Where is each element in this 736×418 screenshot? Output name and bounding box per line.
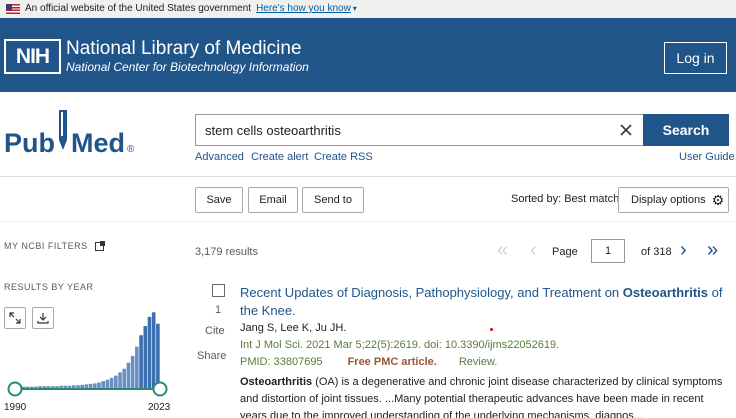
result-title-link[interactable]: Recent Updates of Diagnosis, Pathophysio… [240, 284, 730, 320]
gear-icon: ⚙ [711, 191, 725, 208]
page-number-input[interactable]: 1 [591, 239, 625, 263]
send-to-button[interactable]: Send to [302, 187, 364, 213]
year-bar-2017[interactable] [130, 355, 135, 388]
logo-pub-text: Pub [4, 128, 55, 158]
year-end-label: 2023 [148, 402, 171, 413]
logo-med-text: Med [71, 128, 125, 158]
free-pmc-label: Free PMC article. [347, 356, 437, 368]
external-link-icon [94, 241, 105, 251]
year-bar-2012[interactable] [109, 377, 114, 388]
year-bar-1992[interactable] [25, 386, 30, 388]
results-by-year-label: RESULTS BY YEAR [4, 282, 94, 292]
year-bar-1994[interactable] [34, 386, 38, 388]
divider [0, 176, 736, 177]
year-bar-2000[interactable] [59, 385, 63, 388]
year-bar-2005[interactable] [80, 384, 84, 388]
banner-text: An official website of the United States… [25, 3, 252, 14]
year-bar-2020[interactable] [143, 326, 148, 388]
us-flag-icon [6, 4, 20, 14]
share-button[interactable]: Share [197, 350, 226, 362]
user-guide-link[interactable]: User Guide [679, 151, 735, 163]
year-bar-2015[interactable] [122, 368, 127, 388]
save-button[interactable]: Save [195, 187, 243, 213]
result-checkbox[interactable] [212, 284, 225, 297]
nlm-title[interactable]: National Library of Medicine [66, 38, 302, 60]
year-bar-1996[interactable] [42, 386, 47, 388]
divider [0, 221, 736, 222]
result-journal: Int J Mol Sci. 2021 Mar 5;22(5):2619. do… [240, 339, 560, 351]
nih-logo[interactable]: NIH [4, 39, 61, 74]
year-bar-2022[interactable] [151, 312, 156, 388]
snippet-highlight: Osteoarthritis [240, 376, 313, 388]
result-authors: Jang S, Lee K, Ju JH. [240, 322, 347, 334]
page-total: of 318 [641, 246, 672, 258]
year-bar-1993[interactable] [29, 386, 34, 388]
snippet-text: (OA) is a degenerative and chronic joint… [240, 376, 723, 418]
title-highlight: Osteoarthritis [622, 285, 709, 300]
first-page-icon[interactable]: « [497, 240, 508, 260]
year-bar-2010[interactable] [101, 381, 106, 388]
filters-label: MY NCBI FILTERS [4, 241, 88, 251]
cite-button[interactable]: Cite [205, 325, 225, 337]
year-bar-1998[interactable] [50, 386, 55, 388]
year-range-start-handle[interactable] [7, 381, 23, 397]
search-input-value: stem cells osteoarthritis [205, 122, 341, 138]
year-bar-2009[interactable] [97, 382, 101, 388]
clear-search-icon[interactable] [619, 123, 633, 137]
year-bar-2018[interactable] [135, 346, 139, 388]
year-bar-1997[interactable] [46, 386, 51, 388]
last-page-icon[interactable]: » [707, 240, 718, 260]
year-bar-2019[interactable] [139, 335, 143, 388]
result-type: Review. [458, 356, 498, 368]
year-bar-2001[interactable] [63, 385, 68, 388]
next-page-icon[interactable]: › [680, 240, 687, 260]
sorted-by-label[interactable]: Sorted by: Best match [511, 193, 619, 205]
year-bar-2002[interactable] [67, 385, 72, 388]
year-start-label: 1990 [4, 402, 27, 413]
year-bar-2004[interactable] [76, 385, 80, 388]
result-snippet: Osteoarthritis (OA) is a degenerative an… [240, 374, 730, 418]
year-bar-2016[interactable] [126, 362, 131, 388]
year-bar-2013[interactable] [114, 375, 118, 388]
result-number: 1 [215, 304, 222, 316]
cursor-dot [490, 328, 493, 331]
title-text: Recent Updates of Diagnosis, Pathophysio… [240, 285, 623, 300]
search-input[interactable]: stem cells osteoarthritis [195, 114, 643, 146]
year-bar-2007[interactable] [88, 383, 93, 388]
results-count: 3,179 results [195, 246, 258, 258]
login-button[interactable]: Log in [664, 42, 727, 74]
year-bar-2014[interactable] [118, 372, 122, 388]
result-meta: PMID: 33807695 Free PMC article. Review. [240, 356, 497, 368]
page-label: Page [552, 246, 578, 258]
year-bar-1999[interactable] [55, 386, 59, 388]
create-rss-link[interactable]: Create RSS [314, 151, 373, 163]
year-bar-2006[interactable] [84, 384, 89, 388]
year-bar-2011[interactable] [105, 379, 110, 388]
email-button[interactable]: Email [248, 187, 298, 213]
result-pmid: PMID: 33807695 [240, 356, 323, 368]
registered-mark: ® [127, 144, 135, 155]
year-bar-2021[interactable] [147, 316, 152, 388]
my-ncbi-filters[interactable]: MY NCBI FILTERS [4, 241, 105, 251]
prev-page-icon[interactable]: ‹ [530, 240, 537, 260]
gov-banner: An official website of the United States… [0, 0, 736, 18]
year-bar-2023[interactable] [156, 323, 160, 388]
year-bar-2008[interactable] [93, 383, 97, 388]
pen-icon [56, 110, 70, 152]
nlm-subtitle: National Center for Biotechnology Inform… [66, 60, 309, 74]
search-button[interactable]: Search [643, 114, 729, 146]
nlm-header: NIH National Library of Medicine Nationa… [0, 18, 736, 92]
year-bar-1995[interactable] [38, 386, 42, 388]
pubmed-logo[interactable]: Pub Med ® [4, 110, 134, 159]
advanced-search-link[interactable]: Advanced [195, 151, 244, 163]
heres-how-you-know-link[interactable]: Here's how you know [256, 0, 351, 18]
display-options-button[interactable]: Display options ⚙ [618, 187, 729, 213]
display-options-label: Display options [631, 194, 706, 206]
year-range-end-handle[interactable] [152, 381, 168, 397]
year-bar-2003[interactable] [71, 385, 76, 388]
create-alert-link[interactable]: Create alert [251, 151, 308, 163]
results-by-year-chart[interactable] [0, 300, 175, 400]
chevron-down-icon[interactable]: ▾ [353, 0, 357, 18]
